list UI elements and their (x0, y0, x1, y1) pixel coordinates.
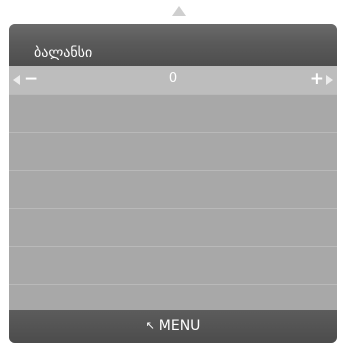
increase-button[interactable]: + (310, 68, 324, 90)
menu-row-empty (9, 284, 337, 310)
menu-label: MENU (158, 318, 201, 334)
menu-row-empty (9, 132, 337, 170)
scroll-up-arrow-icon[interactable] (172, 6, 186, 16)
menu-hint[interactable]: ↖ MENU (9, 318, 337, 334)
menu-row-empty (9, 170, 337, 208)
return-arrow-icon: ↖ (145, 319, 155, 332)
panel-title: ბალანსი (34, 45, 93, 61)
menu-row-empty (9, 208, 337, 246)
balance-value: 0 (168, 71, 178, 86)
balance-settings-panel: ბალანსი − 0 + ↖ MENU (9, 24, 337, 343)
balance-slider-row[interactable]: − 0 + (9, 66, 337, 94)
triangle-right-icon[interactable] (326, 75, 333, 85)
menu-row-empty (9, 94, 337, 132)
panel-footer: ↖ MENU (9, 310, 337, 343)
panel-header: ბალანსი (9, 24, 337, 66)
menu-row-empty (9, 246, 337, 284)
